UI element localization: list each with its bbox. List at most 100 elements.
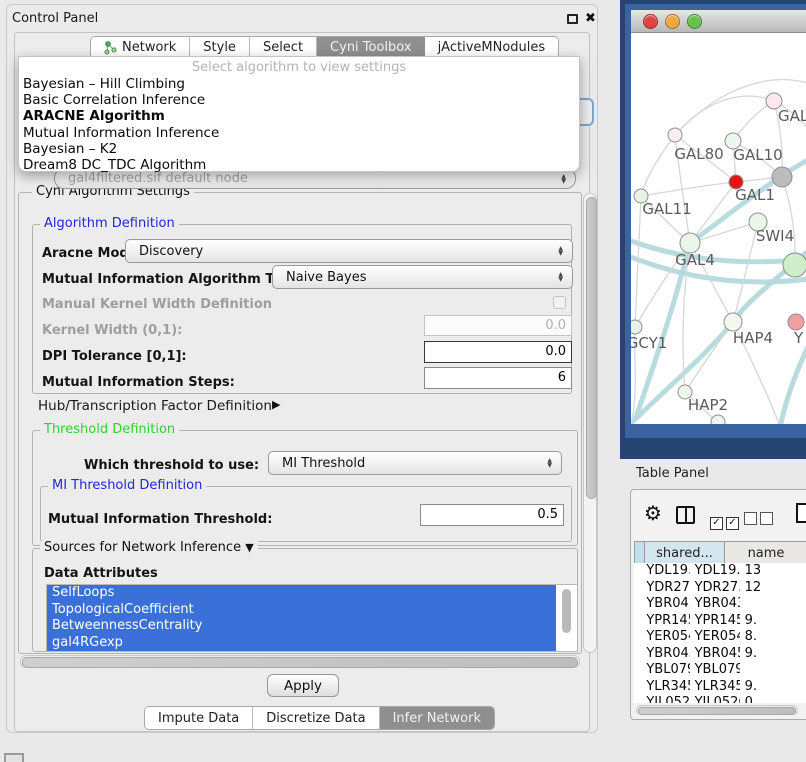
data-attribute-item[interactable]: gal4RGexp bbox=[47, 635, 556, 652]
sources-title[interactable]: Sources for Network Inference ▼ bbox=[40, 541, 258, 555]
traffic-light-close-icon[interactable] bbox=[643, 14, 658, 29]
table-header-row[interactable]: shared...nameA bbox=[634, 541, 806, 565]
network-node[interactable] bbox=[783, 253, 806, 277]
manual-kernel-checkbox[interactable] bbox=[553, 296, 566, 309]
network-node[interactable] bbox=[788, 314, 804, 330]
algorithm-option[interactable]: Bayesian – K2 bbox=[19, 141, 579, 157]
table-cell: 12 bbox=[740, 580, 806, 597]
kernel-width-label: Kernel Width (0,1): bbox=[42, 323, 182, 338]
tab-infer-network[interactable]: Infer Network bbox=[380, 707, 494, 729]
algorithm-option[interactable]: ARACNE Algorithm bbox=[19, 108, 579, 124]
mi-threshold-field[interactable]: 0.5 bbox=[420, 504, 564, 526]
mi-steps-field[interactable]: 6 bbox=[424, 367, 572, 389]
table-row[interactable]: YBL079WYBL079W bbox=[634, 662, 806, 679]
tab-impute-data-label: Impute Data bbox=[158, 711, 239, 726]
traffic-light-zoom-icon[interactable] bbox=[687, 14, 702, 29]
tab-select[interactable]: Select bbox=[250, 37, 317, 58]
table-cell: 9. bbox=[740, 646, 806, 663]
network-node[interactable] bbox=[680, 233, 700, 253]
table-column-header[interactable] bbox=[634, 541, 645, 565]
network-canvas[interactable]: GAL2GAL80GAL10GAL1GAL11SWI4GAL4HAP4YGCY1… bbox=[631, 32, 806, 424]
network-combo-value: gal4filtered.sif default node bbox=[68, 171, 248, 186]
table-column-header[interactable]: name bbox=[725, 541, 806, 565]
algorithm-option[interactable]: Mutual Information Inference bbox=[19, 125, 579, 141]
table-row[interactable]: YDL19...YDL19...13 bbox=[634, 563, 806, 580]
tab-cyni-toolbox[interactable]: Cyni Toolbox bbox=[317, 37, 425, 58]
network-window-titlebar[interactable] bbox=[631, 10, 806, 33]
mi-type-combo[interactable]: Naive Bayes ▲▼ bbox=[272, 265, 573, 289]
table-cell bbox=[634, 695, 641, 703]
algorithm-option[interactable]: Basic Correlation Inference bbox=[19, 92, 579, 108]
mi-type-label: Mutual Information Algorithm Type: bbox=[42, 272, 305, 287]
network-node-label: Y bbox=[793, 329, 804, 347]
tab-jactivemnodules-label: jActiveMNodules bbox=[438, 40, 546, 55]
table-row[interactable]: YDR27...YDR27...12 bbox=[634, 580, 806, 597]
list-vscrollbar-thumb[interactable] bbox=[562, 589, 571, 633]
data-attributes-list[interactable]: SelfLoopsTopologicalCoefficientBetweenne… bbox=[46, 584, 578, 652]
tab-cyni-toolbox-label: Cyni Toolbox bbox=[330, 40, 412, 55]
table-hscrollbar[interactable] bbox=[636, 705, 798, 715]
table-cell bbox=[634, 563, 641, 580]
table-column-header[interactable]: shared... bbox=[645, 541, 725, 565]
network-node-label: HAP2 bbox=[688, 396, 728, 414]
network-node[interactable] bbox=[668, 128, 682, 142]
table-row[interactable]: YBR043CYBR043C bbox=[634, 596, 806, 613]
table-row[interactable]: YBR045CYBR045C9. bbox=[634, 646, 806, 663]
network-node-label: GAL11 bbox=[642, 200, 691, 218]
settings-hscrollbar-thumb[interactable] bbox=[22, 657, 578, 668]
algorithm-option[interactable]: Bayesian – Hill Climbing bbox=[19, 76, 579, 92]
gear-icon[interactable]: ⚙ bbox=[644, 503, 662, 523]
collapse-arrow-icon[interactable]: ▶ bbox=[272, 398, 280, 411]
dpi-tolerance-field[interactable]: 0.0 bbox=[424, 341, 572, 363]
select-all-columns-icon[interactable]: ✓✓ bbox=[710, 510, 742, 530]
tab-infer-network-label: Infer Network bbox=[393, 711, 481, 726]
network-node[interactable] bbox=[772, 167, 792, 187]
network-view-window[interactable]: GAL2GAL80GAL10GAL1GAL11SWI4GAL4HAP4YGCY1… bbox=[625, 4, 806, 438]
table-cell bbox=[634, 613, 641, 630]
table-cell: YBR045C bbox=[690, 646, 740, 663]
table-row[interactable]: YPR145WYPR145W9. bbox=[634, 613, 806, 630]
data-attribute-item[interactable]: TopologicalCoefficient bbox=[47, 602, 556, 619]
column-layout-icon[interactable] bbox=[676, 506, 695, 524]
minimized-panel-icon[interactable] bbox=[4, 753, 24, 762]
table-cell: 13 bbox=[740, 563, 806, 580]
table-cell: YBR043C bbox=[690, 596, 740, 613]
table-row[interactable]: YER054CYER054C8. bbox=[634, 629, 806, 646]
algorithm-option[interactable]: Dream8 DC_TDC Algorithm bbox=[19, 157, 579, 173]
table-hscrollbar-thumb[interactable] bbox=[638, 707, 796, 715]
settings-vscrollbar-thumb[interactable] bbox=[586, 197, 597, 499]
network-node[interactable] bbox=[631, 320, 642, 334]
table-body[interactable]: YDL19...YDL19...13YDR27...YDR27...12YBR0… bbox=[634, 563, 806, 703]
which-threshold-combo[interactable]: MI Threshold ▲▼ bbox=[268, 451, 562, 475]
network-node-label: GAL1 bbox=[735, 186, 775, 204]
float-window-icon[interactable] bbox=[567, 14, 578, 24]
settings-vscrollbar[interactable] bbox=[583, 193, 597, 653]
table-row[interactable]: YLR345WYLR345W9. bbox=[634, 679, 806, 696]
tab-style[interactable]: Style bbox=[190, 37, 250, 58]
traffic-light-minimize-icon[interactable] bbox=[665, 14, 680, 29]
tab-impute-data[interactable]: Impute Data bbox=[145, 707, 253, 729]
table-cell: YDR27... bbox=[690, 580, 740, 597]
settings-hscrollbar[interactable] bbox=[20, 655, 580, 668]
tab-network-label: Network bbox=[122, 40, 176, 55]
table-cell: 0. bbox=[740, 695, 806, 703]
apply-button[interactable]: Apply bbox=[267, 674, 339, 697]
export-table-icon[interactable] bbox=[796, 503, 806, 523]
table-row[interactable]: YIL052CYIL052C0. bbox=[634, 695, 806, 703]
network-node[interactable] bbox=[711, 415, 725, 424]
table-cell: YBL079W bbox=[690, 662, 740, 679]
tab-network[interactable]: Network bbox=[91, 37, 190, 58]
kernel-width-field: 0.0 bbox=[424, 315, 572, 336]
deselect-all-columns-icon[interactable] bbox=[744, 510, 776, 529]
hub-section-label[interactable]: Hub/Transcription Factor Definition bbox=[38, 398, 272, 414]
network-edges bbox=[631, 80, 806, 424]
tab-discretize-data[interactable]: Discretize Data bbox=[253, 707, 379, 729]
data-attribute-item[interactable]: SelfLoops bbox=[47, 585, 556, 602]
aracne-mode-combo[interactable]: Discovery ▲▼ bbox=[125, 239, 573, 263]
dropdown-prompt: Select algorithm to view settings bbox=[19, 59, 579, 76]
tab-select-label: Select bbox=[263, 40, 303, 55]
close-icon[interactable]: ✖ bbox=[585, 12, 596, 25]
table-cell: 9. bbox=[740, 679, 806, 696]
tab-jactivemnodules[interactable]: jActiveMNodules bbox=[425, 37, 559, 58]
data-attribute-item[interactable]: BetweennessCentrality bbox=[47, 618, 556, 635]
